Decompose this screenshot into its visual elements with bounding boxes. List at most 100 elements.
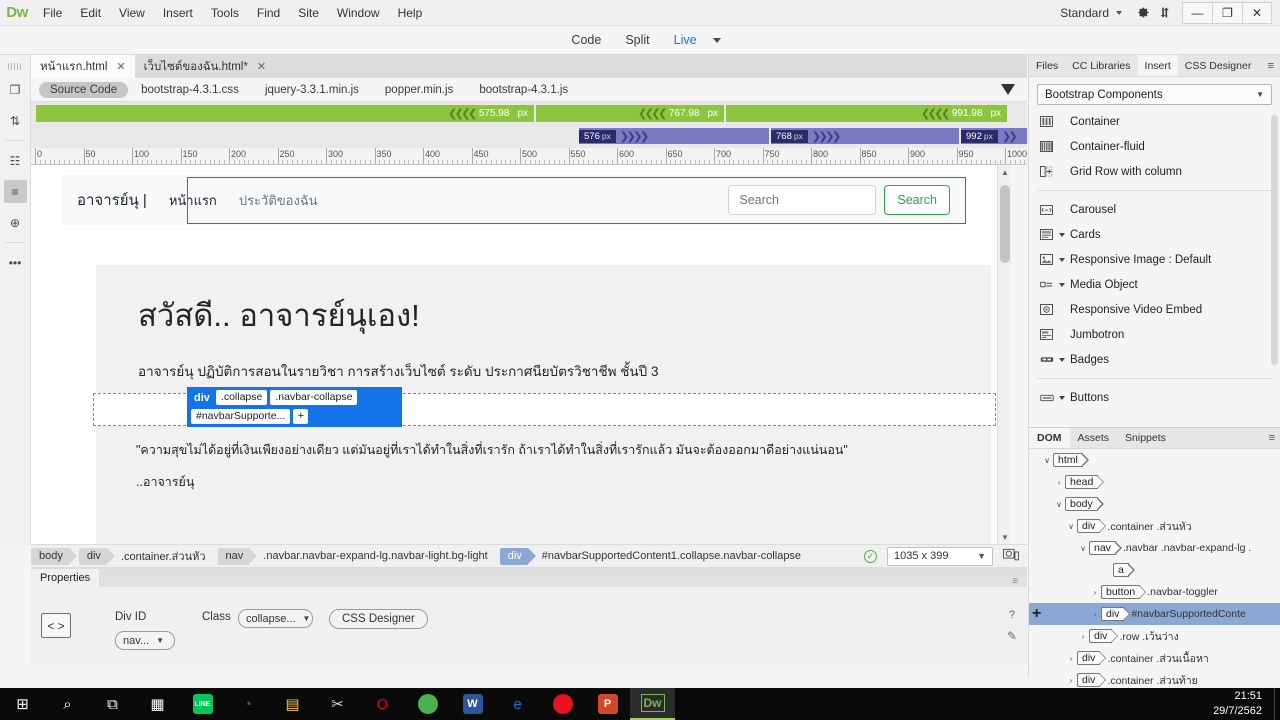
- workspace-label[interactable]: Standard: [1050, 6, 1113, 20]
- insert-category-select[interactable]: Bootstrap Components ▼: [1037, 84, 1272, 105]
- minimize-button[interactable]: —: [1182, 1, 1212, 24]
- target-icon[interactable]: ⊕: [4, 211, 27, 234]
- chevron-down-icon[interactable]: [1059, 282, 1065, 287]
- insert-item-container[interactable]: Container: [1029, 109, 1280, 134]
- dom-tree-row[interactable]: + › div #navbarSupportedConte: [1029, 603, 1280, 625]
- disclosure-chevron-icon[interactable]: ∨: [1041, 456, 1053, 465]
- css-designer-button[interactable]: CSS Designer: [329, 609, 428, 629]
- menu-window[interactable]: Window: [328, 0, 389, 26]
- insert-item-container-fluid[interactable]: Container-fluid: [1029, 134, 1280, 159]
- disclosure-chevron-icon[interactable]: ›: [1077, 632, 1089, 641]
- tab-properties[interactable]: Properties: [31, 569, 100, 587]
- file-explorer-icon[interactable]: ▤: [270, 688, 315, 720]
- dom-tree-row[interactable]: ∨ html: [1029, 449, 1280, 471]
- calculator-icon[interactable]: ▦: [135, 688, 180, 720]
- menu-find[interactable]: Find: [248, 0, 289, 26]
- dom-tree-row[interactable]: › div .row .เว้นว่าง: [1029, 625, 1280, 647]
- related-file-jquery[interactable]: jquery-3.3.1.min.js: [252, 84, 372, 96]
- breadcrumb-body[interactable]: body: [31, 547, 77, 565]
- breadcrumb-div-container-class[interactable]: .container.ส่วนหัว: [109, 548, 212, 565]
- window-size-select[interactable]: 1035 x 399 ▼: [887, 546, 993, 566]
- breadcrumb-nav[interactable]: nav: [217, 547, 257, 565]
- dom-tree-row[interactable]: ∨ body: [1029, 493, 1280, 515]
- insert-item-responsive-image-default[interactable]: Responsive Image : Default: [1029, 247, 1280, 272]
- live-view-canvas[interactable]: สวัสดี.. อาจารย์นุเอง! อาจารย์นุ ปฏิบัติ…: [31, 165, 1011, 544]
- menu-site[interactable]: Site: [289, 0, 328, 26]
- related-file-popper[interactable]: popper.min.js: [372, 84, 466, 96]
- menu-insert[interactable]: Insert: [154, 0, 202, 26]
- hud-class-navbar-collapse[interactable]: .navbar-collapse: [270, 390, 358, 406]
- horizontal-ruler[interactable]: 0 50 100 150 200 250 300 350 400 450 500 550 600 650 7…: [31, 148, 1027, 165]
- navlink-profile[interactable]: ประวัติของฉัน: [239, 190, 318, 211]
- hud-class-collapse[interactable]: .collapse: [215, 390, 268, 406]
- tab-files[interactable]: Files: [1029, 55, 1065, 76]
- media-query-min-768[interactable]: 768 px ❯❯❯❯: [771, 128, 959, 144]
- related-file-source-code[interactable]: Source Code: [39, 81, 129, 98]
- panel-menu-icon[interactable]: ≡: [1262, 55, 1280, 76]
- insert-item-responsive-video-embed[interactable]: Responsive Video Embed: [1029, 297, 1280, 322]
- chevron-down-icon[interactable]: [1059, 257, 1065, 262]
- disclosure-chevron-icon[interactable]: ›: [1065, 676, 1077, 685]
- search-icon[interactable]: ⌕: [45, 688, 90, 720]
- help-icon[interactable]: ?: [1009, 609, 1015, 621]
- navbar-brand[interactable]: อาจารย์นุ |: [77, 188, 147, 212]
- element-hud[interactable]: div .collapse .navbar-collapse #navbarSu…: [187, 387, 402, 427]
- sync-arrows-icon[interactable]: [1154, 0, 1176, 26]
- chevron-down-icon[interactable]: [1116, 10, 1122, 15]
- disclosure-chevron-icon[interactable]: ›: [1089, 588, 1101, 597]
- scrollbar-thumb[interactable]: [1000, 185, 1010, 263]
- insert-item-buttons[interactable]: Buttons: [1029, 385, 1280, 410]
- html-code-toggle-button[interactable]: < >: [41, 613, 71, 638]
- menu-help[interactable]: Help: [389, 0, 432, 26]
- menu-file[interactable]: File: [34, 0, 71, 26]
- chevron-down-icon[interactable]: [1059, 395, 1065, 400]
- new-file-icon[interactable]: ❐: [4, 78, 27, 101]
- add-class-icon[interactable]: +: [293, 408, 309, 424]
- media-query-max-767[interactable]: ❮❮❮❮ 767.98 px: [536, 105, 724, 122]
- opera-icon[interactable]: O: [360, 688, 405, 720]
- align-lines-icon[interactable]: ≡: [3, 180, 27, 203]
- adobe-app-icon[interactable]: ◔: [225, 688, 270, 720]
- tab-dom[interactable]: DOM: [1029, 428, 1070, 448]
- menu-tools[interactable]: Tools: [202, 0, 248, 26]
- disclosure-chevron-icon[interactable]: ∨: [1053, 500, 1065, 509]
- disclosure-chevron-icon[interactable]: ›: [1053, 478, 1065, 487]
- disclosure-chevron-icon[interactable]: ›: [1065, 654, 1077, 663]
- doc-tab-home[interactable]: หน้าแรก.html ✕: [31, 55, 135, 78]
- dom-tree-row[interactable]: ∨ div .container .ส่วนหัว: [1029, 515, 1280, 537]
- insert-item-carousel[interactable]: Carousel: [1029, 197, 1280, 222]
- view-chevron-down-icon[interactable]: [712, 37, 721, 43]
- preview-device-icon[interactable]: [1003, 548, 1019, 565]
- dreamweaver-icon[interactable]: Dw: [630, 688, 675, 720]
- start-button[interactable]: ⊞: [0, 688, 45, 720]
- filter-icon[interactable]: [1001, 84, 1015, 95]
- media-query-max-575[interactable]: ❮❮❮❮ 575.98 px: [36, 105, 534, 122]
- disclosure-chevron-icon[interactable]: ›: [1089, 610, 1101, 619]
- edge-icon[interactable]: e: [495, 688, 540, 720]
- dom-tree-row[interactable]: ∨ nav .navbar .navbar-expand-lg .: [1029, 537, 1280, 559]
- breadcrumb-div-selected-class[interactable]: #navbarSupportedContent1.collapse.navbar…: [530, 548, 807, 565]
- dom-tree-row[interactable]: › head: [1029, 471, 1280, 493]
- panel-menu-icon[interactable]: ≡: [1012, 576, 1027, 587]
- show-desktop-button[interactable]: [1274, 688, 1280, 720]
- menu-edit[interactable]: Edit: [71, 0, 110, 26]
- related-file-bootstrap-js[interactable]: bootstrap-4.3.1.js: [466, 84, 581, 96]
- tab-css-designer[interactable]: CSS Designer: [1178, 55, 1259, 76]
- search-button[interactable]: Search: [884, 185, 950, 215]
- close-button[interactable]: ✕: [1242, 1, 1272, 24]
- dom-tree-row[interactable]: a: [1029, 559, 1280, 581]
- search-input[interactable]: Search: [728, 185, 877, 215]
- task-view-icon[interactable]: ⧉: [90, 688, 135, 720]
- class-select[interactable]: collapse... ▼: [238, 609, 313, 628]
- breadcrumb-div-container[interactable]: div: [78, 547, 116, 565]
- powerpoint-icon[interactable]: P: [585, 688, 630, 720]
- tab-snippets[interactable]: Snippets: [1117, 428, 1174, 448]
- sort-arrows-icon[interactable]: ⇅: [4, 109, 27, 132]
- chrome-icon[interactable]: [405, 688, 450, 720]
- add-element-icon[interactable]: +: [1032, 605, 1041, 623]
- navlink-home[interactable]: หน้าแรก: [169, 190, 217, 211]
- tab-cc-libraries[interactable]: CC Libraries: [1065, 55, 1137, 76]
- media-query-min-992[interactable]: 992 px ❯❯: [961, 128, 1027, 144]
- canvas-scrollbar[interactable]: ▲ ▼: [997, 165, 1011, 544]
- snipping-tool-icon[interactable]: ✂: [315, 688, 360, 720]
